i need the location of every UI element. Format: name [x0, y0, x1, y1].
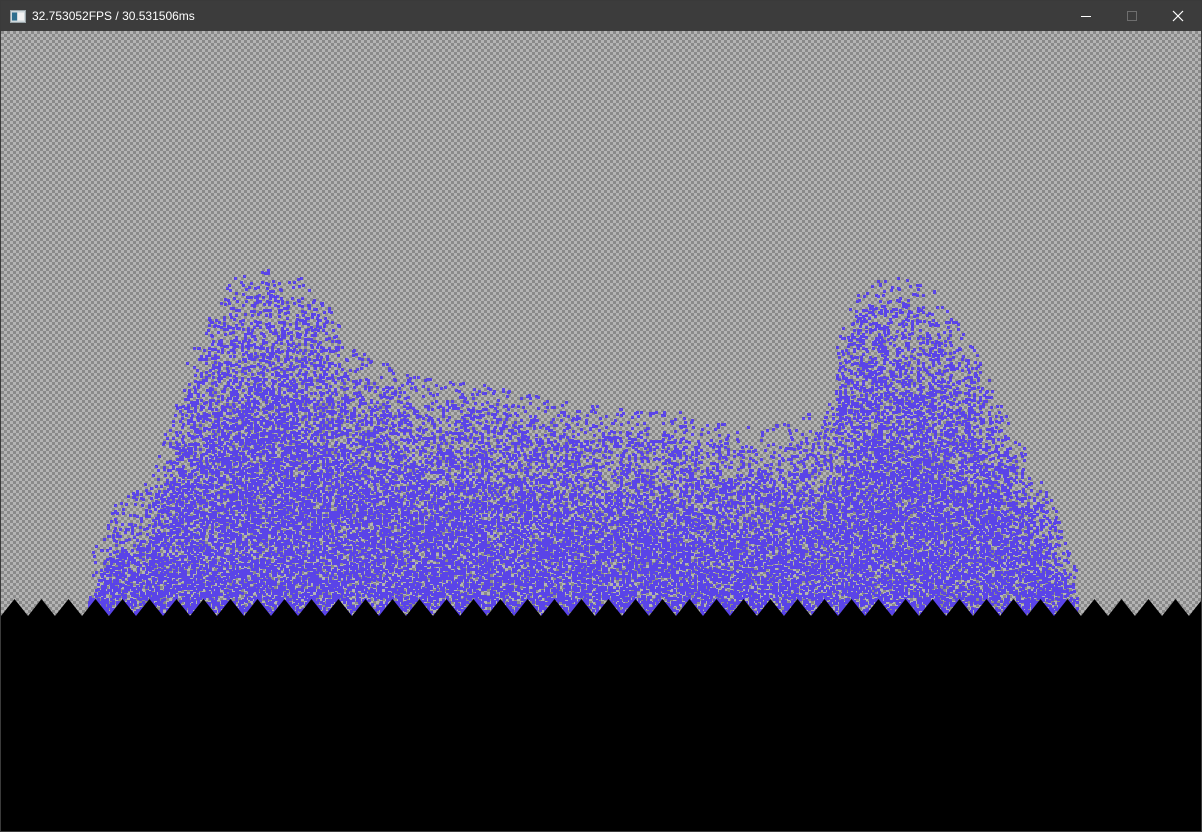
app-window: 32.753052FPS / 30.531506ms [0, 0, 1202, 832]
title-bar[interactable]: 32.753052FPS / 30.531506ms [1, 1, 1201, 31]
app-window-icon [10, 9, 26, 23]
minimize-button[interactable] [1063, 1, 1109, 31]
window-title: 32.753052FPS / 30.531506ms [32, 9, 195, 23]
minimize-icon [1081, 16, 1091, 17]
caption-buttons [1063, 1, 1201, 31]
zigzag-ground [1, 599, 1201, 831]
simulation-viewport[interactable] [1, 31, 1201, 831]
maximize-icon [1127, 11, 1137, 21]
close-button[interactable] [1155, 1, 1201, 31]
close-icon [1172, 10, 1184, 22]
simulation-canvas [1, 31, 1201, 831]
maximize-button[interactable] [1109, 1, 1155, 31]
